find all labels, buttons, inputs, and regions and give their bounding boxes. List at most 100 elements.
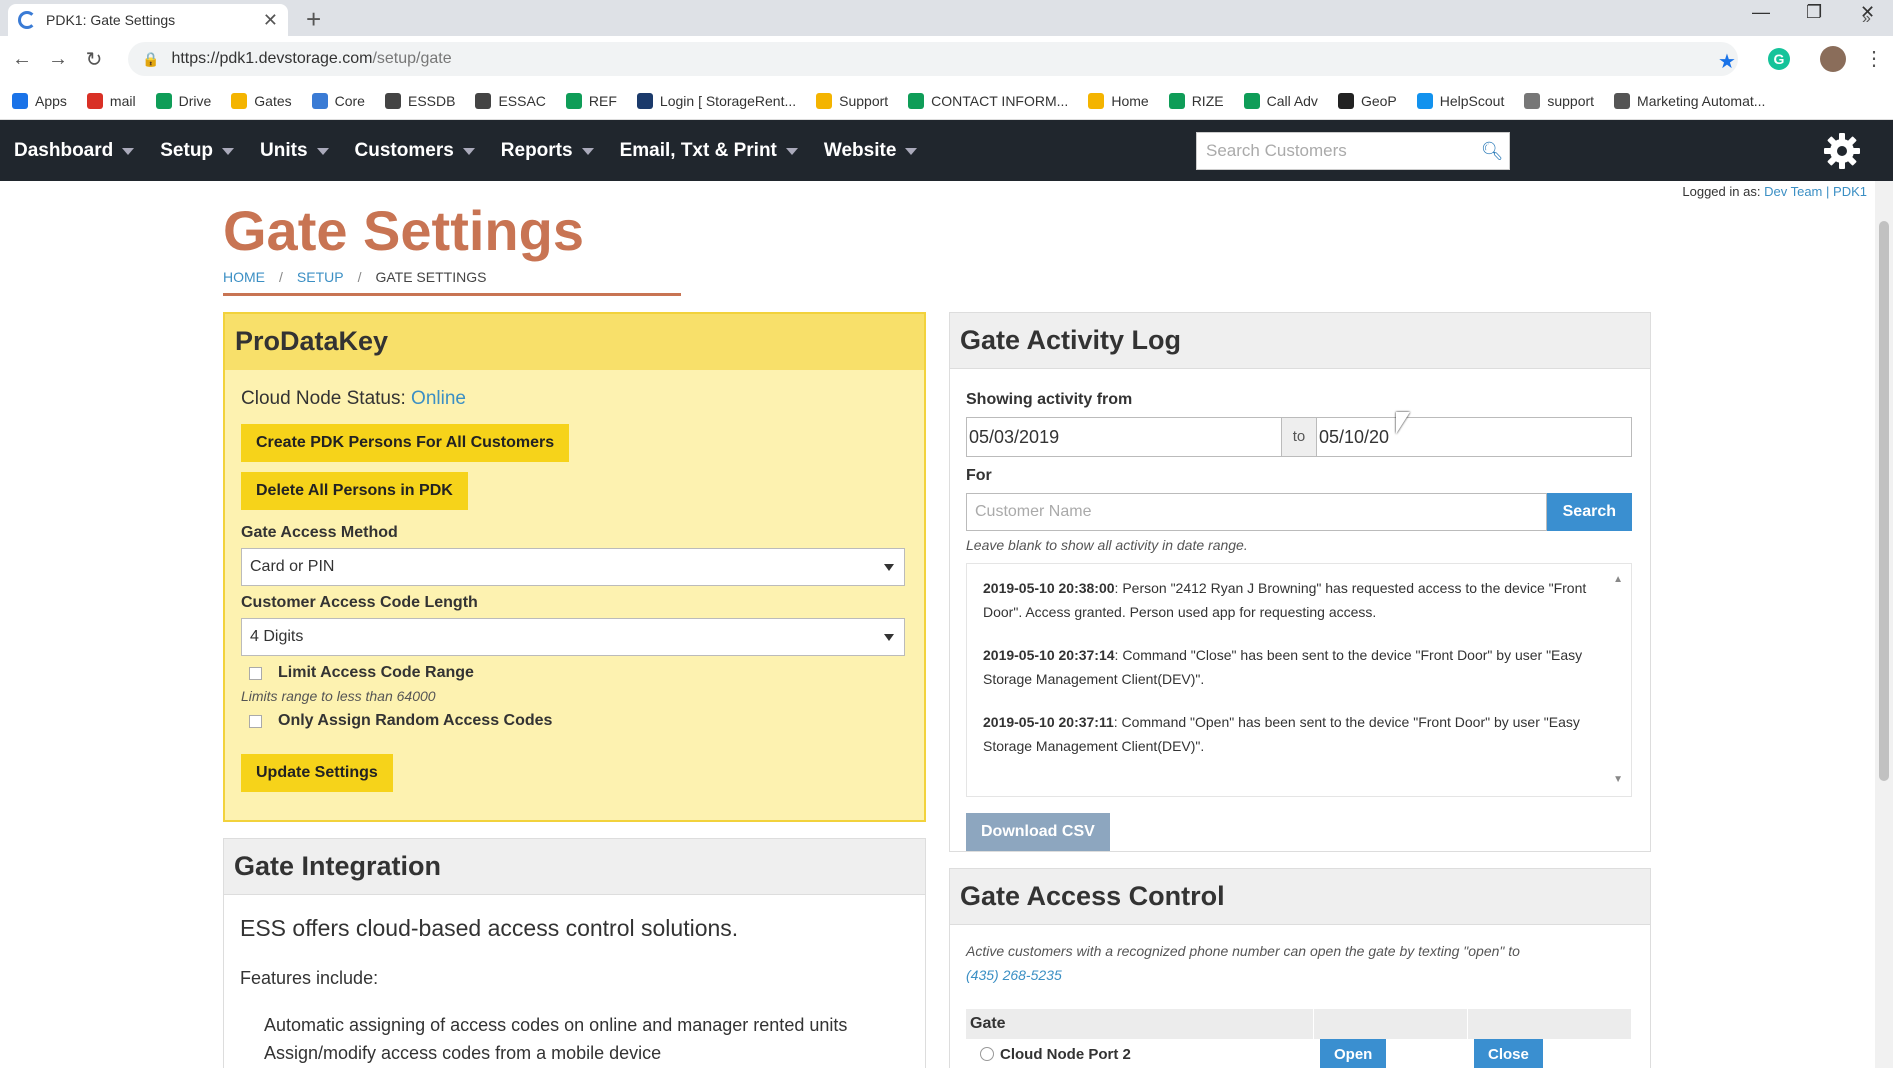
gate-integration-panel: Gate Integration ESS offers cloud-based … [223, 838, 926, 1068]
access-control-note: Active customers with a recognized phone… [966, 939, 1634, 987]
entry-time: 2019-05-10 20:37:14 [983, 647, 1115, 663]
bookmark-item[interactable]: ESSDB [384, 92, 456, 109]
bookmark-item[interactable]: HelpScout [1416, 92, 1504, 109]
limit-range-checkbox[interactable] [249, 666, 262, 680]
breadcrumb-home[interactable]: HOME [223, 269, 265, 285]
gear-icon[interactable] [1822, 131, 1862, 171]
url-host: https://pdk1.devstorage.com [171, 50, 373, 67]
bookmark-item[interactable]: Home [1088, 92, 1149, 109]
scroll-down-icon[interactable]: ▼ [1613, 768, 1623, 792]
bookmark-label: ESSDB [407, 92, 456, 109]
reload-icon[interactable]: ↻ [76, 47, 112, 72]
nav-reports[interactable]: Reports [501, 140, 594, 162]
bookmark-item[interactable]: ESSAC [475, 92, 546, 109]
site-link[interactable]: PDK1 [1833, 184, 1867, 199]
close-tab-icon[interactable]: ✕ [263, 10, 278, 31]
mouse-cursor-icon [1396, 412, 1410, 434]
browser-tab[interactable]: PDK1: Gate Settings ✕ [8, 4, 288, 36]
bookmark-label: RIZE [1191, 92, 1224, 109]
random-codes-row: Only Assign Random Access Codes [249, 712, 908, 730]
logged-in-info: Logged in as: Dev Team | PDK1 [1682, 184, 1867, 199]
bookmark-item[interactable]: CONTACT INFORM... [908, 92, 1068, 109]
customer-search-input[interactable] [1197, 133, 1475, 169]
bookmark-item[interactable]: Call Adv [1243, 92, 1318, 109]
bookmark-item[interactable]: RIZE [1168, 92, 1224, 109]
open-column-header [1314, 1009, 1468, 1039]
bookmark-item[interactable]: mail [86, 92, 136, 109]
activity-log-list[interactable]: ▲ 2019-05-10 20:38:00: Person "2412 Ryan… [966, 563, 1632, 797]
nav-customers[interactable]: Customers [355, 140, 475, 162]
open-cell: Open [1314, 1039, 1468, 1068]
nav-email-txt-print[interactable]: Email, Txt & Print [620, 140, 798, 162]
bookmark-item[interactable]: support [1524, 92, 1594, 109]
bookmark-item[interactable]: Marketing Automat... [1614, 92, 1765, 109]
restore-icon[interactable]: ❐ [1806, 2, 1822, 23]
search-button[interactable]: Search [1546, 493, 1632, 531]
date-from-input[interactable]: 05/03/2019 [967, 418, 1281, 456]
bookmark-label: Core [334, 92, 365, 109]
forward-icon[interactable]: → [40, 48, 76, 71]
nav-website[interactable]: Website [824, 140, 918, 162]
gate-access-control-panel: Gate Access Control Active customers wit… [949, 868, 1651, 1068]
cloud-node-status: Cloud Node Status: Online [241, 388, 908, 410]
breadcrumb-current: GATE SETTINGS [375, 269, 487, 285]
bookmark-icon [1243, 92, 1260, 109]
bookmark-label: Home [1111, 92, 1149, 109]
showing-from-label: Showing activity from [966, 391, 1133, 408]
entry-time: 2019-05-10 20:38:00 [983, 580, 1115, 596]
url-field[interactable]: 🔒 https://pdk1.devstorage.com/setup/gate [128, 42, 1738, 76]
bookmark-item[interactable]: Support [816, 92, 888, 109]
bookmark-label: Login [ StorageRent... [659, 92, 797, 109]
profile-avatar[interactable] [1820, 46, 1846, 72]
update-settings-button[interactable]: Update Settings [241, 754, 393, 792]
download-csv-button[interactable]: Download CSV [966, 813, 1110, 851]
customer-name-input[interactable] [966, 493, 1547, 531]
user-link[interactable]: Dev Team [1764, 184, 1822, 199]
bookmark-item[interactable]: Apps [12, 92, 67, 109]
scrollbar-thumb[interactable] [1879, 221, 1889, 781]
gate-access-method-select[interactable]: Card or PIN [241, 548, 905, 586]
list-item: Assign/modify access codes from a mobile… [264, 1043, 662, 1063]
bookmark-label: mail [109, 92, 136, 109]
minimize-icon[interactable]: — [1752, 2, 1770, 23]
create-pdk-persons-button[interactable]: Create PDK Persons For All Customers [241, 424, 570, 462]
table-row: Cloud Node Port 2 Open Close [966, 1039, 1632, 1068]
code-length-select[interactable]: 4 Digits [241, 618, 905, 656]
bookmark-item[interactable]: REF [565, 92, 617, 109]
breadcrumb-separator: / [357, 269, 362, 285]
date-to-input[interactable]: 05/10/20 [1317, 418, 1631, 456]
prodatakey-panel: ProDataKey Cloud Node Status: Online Cre… [223, 312, 926, 822]
browser-menu-icon[interactable]: ⋮ [1864, 46, 1884, 71]
breadcrumb-setup[interactable]: SETUP [297, 269, 344, 285]
dropdown-arrow-icon [884, 633, 894, 641]
new-tab-icon[interactable]: + [306, 4, 321, 35]
blank-hint: Leave blank to show all activity in date… [966, 537, 1248, 553]
scroll-up-icon[interactable]: ▲ [1613, 568, 1623, 592]
bookmark-icon [1168, 92, 1185, 109]
bookmark-item[interactable]: Drive [155, 92, 211, 109]
search-icon[interactable]: 🔍︎ [1475, 141, 1509, 162]
nav-setup[interactable]: Setup [160, 140, 235, 162]
nav-dashboard[interactable]: Dashboard [14, 140, 135, 162]
more-bookmarks-icon[interactable]: » [1862, 10, 1871, 28]
gate-table: Gate Cloud Node Port 2 Open Close [966, 1009, 1632, 1068]
nav-units[interactable]: Units [260, 140, 329, 162]
status-label: Cloud Node Status: [241, 388, 406, 409]
open-gate-button[interactable]: Open [1320, 1039, 1387, 1068]
list-item: Automatic assigning of access codes on o… [264, 1015, 848, 1035]
bookmark-item[interactable]: GeoP [1337, 92, 1397, 109]
bookmark-item[interactable]: Core [311, 92, 365, 109]
back-icon[interactable]: ← [4, 48, 40, 71]
close-gate-button[interactable]: Close [1474, 1039, 1543, 1068]
gate-phone-number: (435) 268-5235 [966, 967, 1062, 983]
gate-radio[interactable] [980, 1047, 994, 1061]
delete-all-persons-button[interactable]: Delete All Persons in PDK [241, 472, 468, 510]
grammarly-extension-icon[interactable]: G [1768, 48, 1790, 70]
bookmark-star-icon[interactable]: ★ [1718, 49, 1736, 74]
gate-integration-heading: Gate Integration [224, 839, 925, 895]
random-codes-checkbox[interactable] [249, 714, 262, 728]
bookmark-item[interactable]: Login [ StorageRent... [636, 92, 797, 109]
page-scrollbar[interactable] [1875, 181, 1893, 1068]
bookmark-item[interactable]: Gates [231, 92, 292, 109]
random-codes-label: Only Assign Random Access Codes [278, 712, 553, 729]
